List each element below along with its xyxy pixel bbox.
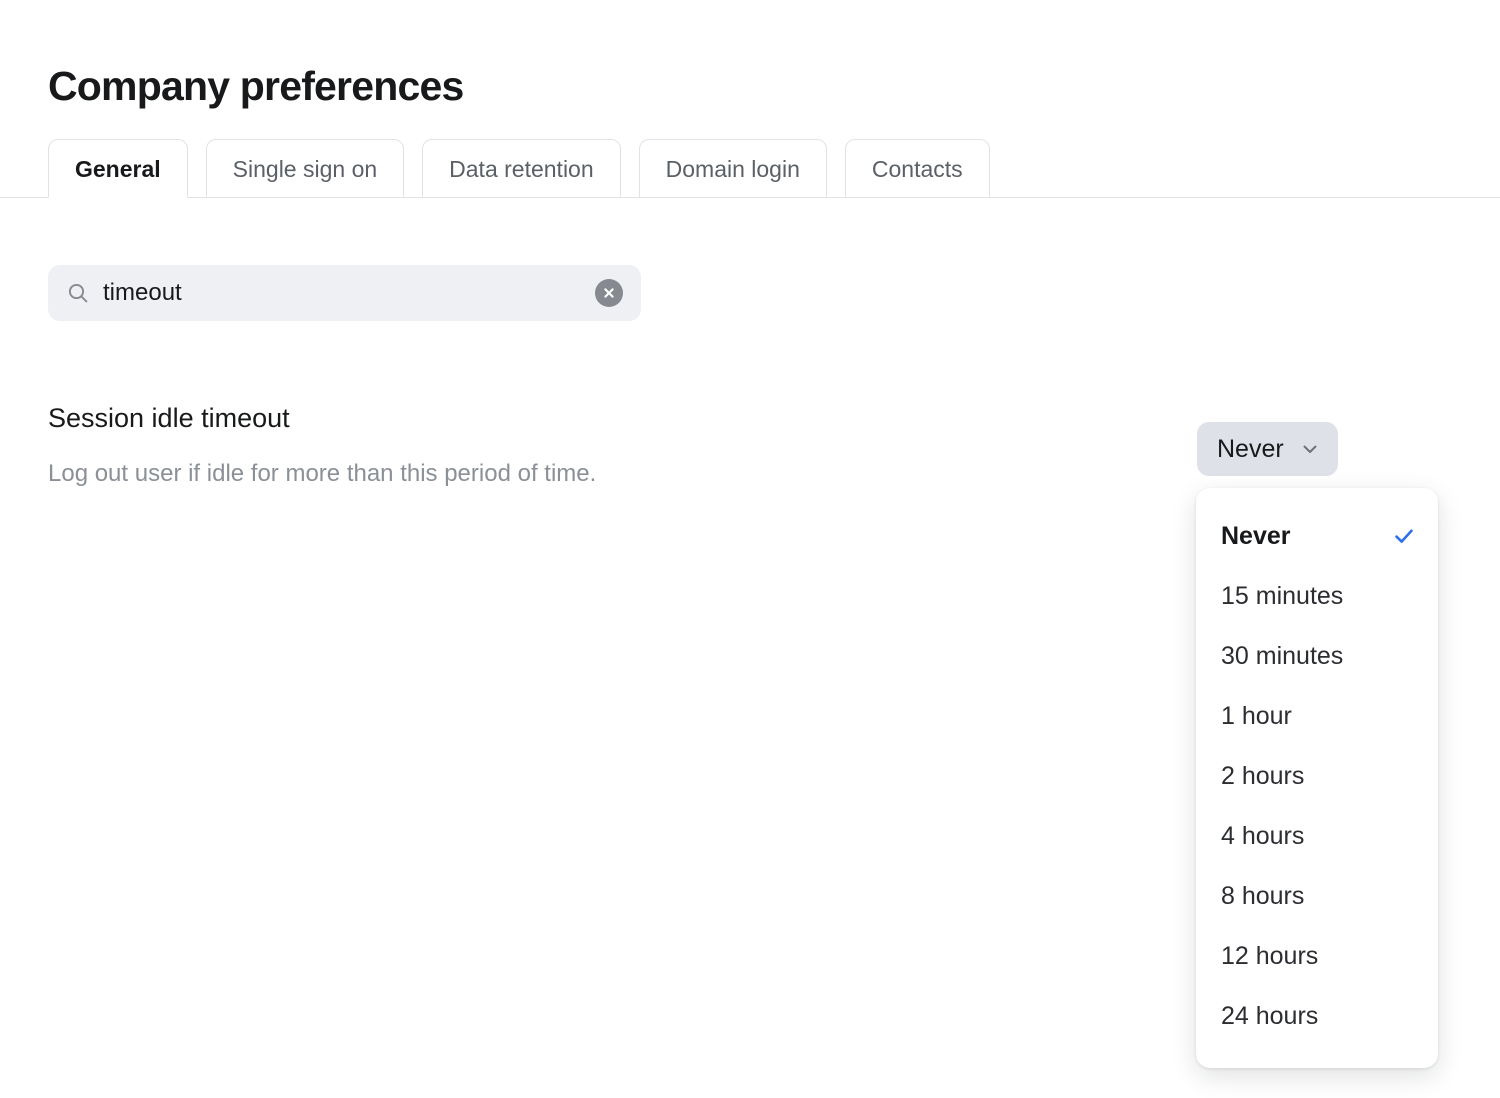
tab-list: General Single sign on Data retention Do… — [48, 139, 990, 198]
search-input[interactable] — [103, 278, 595, 308]
tab-bar: General Single sign on Data retention Do… — [0, 139, 1500, 198]
menu-item-label: 30 minutes — [1221, 642, 1344, 670]
menu-item-4-hours[interactable]: 4 hours — [1196, 806, 1438, 866]
session-timeout-dropdown-menu: Never 15 minutes 30 minutes 1 hour 2 hou… — [1196, 488, 1438, 1068]
tab-single-sign-on[interactable]: Single sign on — [205, 139, 405, 198]
tab-general[interactable]: General — [48, 139, 188, 198]
menu-item-label: 1 hour — [1221, 702, 1292, 730]
menu-item-label: 8 hours — [1221, 882, 1305, 910]
menu-item-8-hours[interactable]: 8 hours — [1196, 866, 1438, 926]
tab-label: General — [75, 155, 161, 182]
search-field[interactable] — [48, 265, 641, 321]
clear-circle-icon[interactable] — [595, 279, 623, 307]
company-preferences-page: Company preferences General Single sign … — [0, 0, 1500, 1098]
menu-item-12-hours[interactable]: 12 hours — [1196, 926, 1438, 986]
chevron-down-icon — [1303, 445, 1317, 453]
menu-item-24-hours[interactable]: 24 hours — [1196, 986, 1438, 1046]
menu-item-label: Never — [1221, 522, 1291, 550]
menu-item-label: 2 hours — [1221, 762, 1305, 790]
menu-item-1-hour[interactable]: 1 hour — [1196, 686, 1438, 746]
menu-item-label: 15 minutes — [1221, 582, 1344, 610]
menu-item-never[interactable]: Never — [1196, 506, 1438, 566]
menu-item-label: 4 hours — [1221, 822, 1305, 850]
tab-label: Single sign on — [232, 155, 378, 182]
tab-label: Data retention — [449, 155, 594, 182]
menu-item-label: 24 hours — [1221, 1002, 1319, 1030]
menu-item-15-minutes[interactable]: 15 minutes — [1196, 566, 1438, 626]
page-title: Company preferences — [48, 63, 464, 110]
menu-item-30-minutes[interactable]: 30 minutes — [1196, 626, 1438, 686]
menu-item-label: 12 hours — [1221, 942, 1319, 970]
tab-domain-login[interactable]: Domain login — [638, 139, 827, 198]
tab-contacts[interactable]: Contacts — [844, 139, 990, 198]
session-timeout-select-trigger[interactable]: Never — [1197, 422, 1338, 476]
select-value: Never — [1217, 435, 1284, 463]
check-icon — [1395, 529, 1413, 543]
menu-item-2-hours[interactable]: 2 hours — [1196, 746, 1438, 806]
tab-label: Contacts — [871, 155, 963, 182]
search-icon — [68, 283, 88, 303]
tab-label: Domain login — [665, 155, 800, 182]
tab-data-retention[interactable]: Data retention — [422, 139, 621, 198]
